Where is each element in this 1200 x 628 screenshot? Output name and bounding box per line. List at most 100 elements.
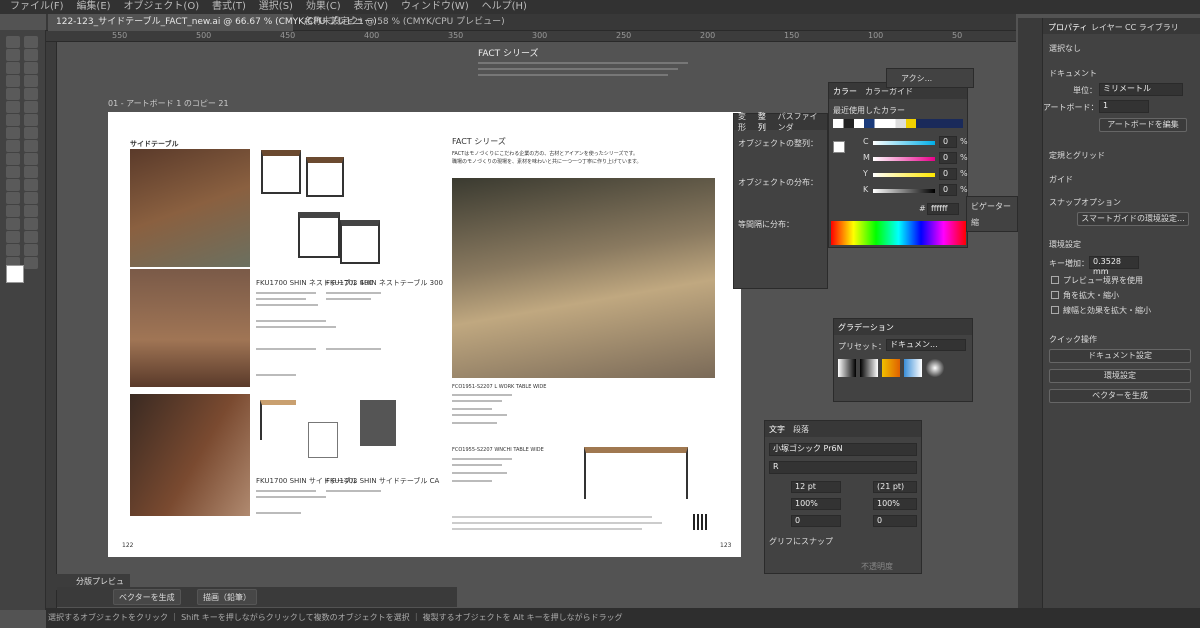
menu-select[interactable]: 選択(S) xyxy=(259,0,293,14)
artboard[interactable]: サイドテーブル FKU1700 SHIN ネストテーブル 400 FKU1702… xyxy=(108,112,741,557)
scale-strokes-checkbox[interactable] xyxy=(1051,306,1059,314)
tool-icon[interactable] xyxy=(24,166,38,178)
vectorize-button[interactable]: ベクターを生成 xyxy=(1049,389,1191,403)
tool-icon[interactable] xyxy=(6,244,20,256)
tool-icon[interactable] xyxy=(6,205,20,217)
tab-paragraph[interactable]: 段落 xyxy=(793,424,809,435)
fill-swatch[interactable] xyxy=(833,141,845,153)
menu-type[interactable]: 書式(T) xyxy=(212,0,246,14)
gradient-preset-orange[interactable] xyxy=(882,359,900,377)
preferences-button[interactable]: 環境設定 xyxy=(1049,369,1191,383)
y-slider[interactable] xyxy=(873,173,935,177)
tool-icon[interactable] xyxy=(24,179,38,191)
tool-icon[interactable] xyxy=(6,140,20,152)
font-style-select[interactable]: R xyxy=(769,461,917,474)
ruler-tick-label: 100 xyxy=(868,31,884,40)
tool-icon[interactable] xyxy=(24,192,38,204)
actions-label[interactable]: アクシ... xyxy=(901,73,932,84)
menu-effect[interactable]: 効果(C) xyxy=(306,0,341,14)
tab-cc-libraries[interactable]: CC ライブラリ xyxy=(1125,22,1179,33)
tool-icon[interactable] xyxy=(24,127,38,139)
gradient-preset-radial[interactable] xyxy=(926,359,944,377)
menu-view[interactable]: 表示(V) xyxy=(354,0,389,14)
menu-window[interactable]: ウィンドウ(W) xyxy=(401,0,469,14)
navigator-label[interactable]: ビゲーター xyxy=(971,201,1011,212)
draw-pencil-button[interactable]: 描画（鉛筆） xyxy=(197,589,257,605)
tool-icon[interactable] xyxy=(6,36,20,48)
tool-icon[interactable] xyxy=(24,140,38,152)
unit-select[interactable]: ミリメートル xyxy=(1099,83,1183,96)
document-setup-button[interactable]: ドキュメント設定 xyxy=(1049,349,1191,363)
tool-icon[interactable] xyxy=(6,166,20,178)
tool-icon[interactable] xyxy=(24,114,38,126)
key-increment-input[interactable]: 0.3528 mm xyxy=(1089,256,1139,276)
tool-icon[interactable] xyxy=(24,101,38,113)
preset-select[interactable]: ドキュメン... xyxy=(886,339,966,351)
tool-icon[interactable] xyxy=(6,62,20,74)
menu-edit[interactable]: 編集(E) xyxy=(76,0,110,14)
menu-object[interactable]: オブジェクト(O) xyxy=(123,0,199,14)
tool-icon[interactable] xyxy=(6,218,20,230)
leading-input[interactable]: (21 pt) xyxy=(873,481,917,493)
tool-icon[interactable] xyxy=(24,257,38,269)
gradient-preset-reverse[interactable] xyxy=(860,359,878,377)
gradient-preset-blue[interactable] xyxy=(904,359,922,377)
tool-icon[interactable] xyxy=(24,231,38,243)
font-size-input[interactable]: 12 pt xyxy=(791,481,841,493)
font-family-select[interactable]: 小塚ゴシック Pr6N xyxy=(769,443,917,456)
kerning-input[interactable]: 0 xyxy=(791,515,841,527)
tool-icon[interactable] xyxy=(24,49,38,61)
fill-color-icon[interactable] xyxy=(6,265,24,283)
tool-icon[interactable] xyxy=(6,88,20,100)
preview-bounds-checkbox[interactable] xyxy=(1051,276,1059,284)
horizontal-scale-input[interactable]: 100% xyxy=(873,498,917,510)
tool-icon[interactable] xyxy=(24,153,38,165)
menu-file[interactable]: ファイル(F) xyxy=(10,0,64,14)
tab-layers[interactable]: レイヤー xyxy=(1091,22,1123,33)
tab-properties[interactable]: プロパティ xyxy=(1048,22,1088,33)
tool-icon[interactable] xyxy=(6,75,20,87)
hex-input[interactable]: ffffff xyxy=(927,203,959,215)
k-slider[interactable] xyxy=(873,189,935,193)
tool-icon[interactable] xyxy=(24,62,38,74)
scale-corners-checkbox[interactable] xyxy=(1051,291,1059,299)
tool-icon[interactable] xyxy=(24,244,38,256)
tab-character[interactable]: 文字 xyxy=(769,424,785,435)
gradient-preset-linear[interactable] xyxy=(838,359,856,377)
generate-vector-button[interactable]: ベクターを生成 xyxy=(113,589,181,605)
k-value-input[interactable]: 0 xyxy=(939,184,957,196)
tool-icon[interactable] xyxy=(6,101,20,113)
tool-icon[interactable] xyxy=(6,114,20,126)
c-slider[interactable] xyxy=(873,141,935,145)
gradient-title[interactable]: グラデーション xyxy=(838,322,894,333)
tool-icon[interactable] xyxy=(24,36,38,48)
tab-align[interactable]: 整列 xyxy=(758,111,770,133)
tool-icon[interactable] xyxy=(6,127,20,139)
edit-artboards-button[interactable]: アートボードを編集 xyxy=(1099,118,1187,132)
tool-icon[interactable] xyxy=(24,205,38,217)
tab-pathfinder[interactable]: パスファインダ xyxy=(778,111,819,133)
smart-guide-prefs-button[interactable]: スマートガイドの環境設定... xyxy=(1077,212,1189,226)
artboard-select[interactable]: 1 xyxy=(1099,100,1149,113)
tool-icon[interactable] xyxy=(6,179,20,191)
recent-color-swatches[interactable] xyxy=(833,119,963,128)
tab-color[interactable]: カラー xyxy=(833,86,857,97)
color-spectrum[interactable] xyxy=(831,221,966,245)
tool-icon[interactable] xyxy=(6,231,20,243)
menu-help[interactable]: ヘルプ(H) xyxy=(482,0,527,14)
tracking-input[interactable]: 0 xyxy=(873,515,917,527)
vertical-scale-input[interactable]: 100% xyxy=(791,498,841,510)
c-value-input[interactable]: 0 xyxy=(939,136,957,148)
tool-icon[interactable] xyxy=(24,218,38,230)
tool-icon[interactable] xyxy=(6,153,20,165)
m-slider[interactable] xyxy=(873,157,935,161)
tab-document-fact[interactable]: 122-123_サイドテーブル_FACT_new.ai @ 66.67 % (C… xyxy=(48,14,377,31)
tab-document-untitled[interactable]: 名称未設定-2* @ 58 % (CMYK/CPU プレビュー) xyxy=(296,14,505,31)
tool-icon[interactable] xyxy=(6,49,20,61)
tool-icon[interactable] xyxy=(6,192,20,204)
y-value-input[interactable]: 0 xyxy=(939,168,957,180)
tool-icon[interactable] xyxy=(24,88,38,100)
tool-icon[interactable] xyxy=(24,75,38,87)
m-value-input[interactable]: 0 xyxy=(939,152,957,164)
tab-transform[interactable]: 変形 xyxy=(738,111,750,133)
